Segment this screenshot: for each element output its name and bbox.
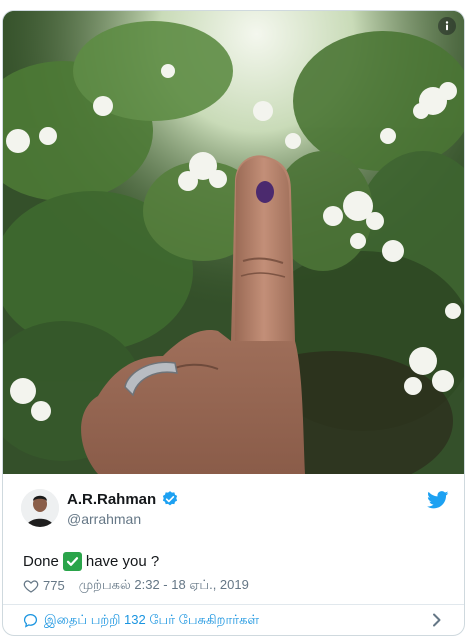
- tweet-text: Done have you ?: [23, 552, 159, 571]
- tweet-photo[interactable]: [3, 11, 464, 474]
- tweet-author[interactable]: A.R.Rahman @arrahman: [21, 489, 451, 529]
- tweet-text-part-1: Done: [23, 553, 59, 570]
- avatar[interactable]: [21, 489, 59, 527]
- speech-bubble-icon: [23, 613, 38, 628]
- twitter-bird-icon[interactable]: [427, 491, 449, 509]
- author-name[interactable]: A.R.Rahman: [67, 491, 156, 508]
- inked-finger-photo: [3, 11, 464, 474]
- embedded-tweet-card[interactable]: A.R.Rahman @arrahman Done have you ? 775…: [2, 10, 465, 636]
- check-mark-emoji-icon: [62, 552, 82, 571]
- author-name-row[interactable]: A.R.Rahman: [67, 490, 179, 508]
- verified-badge-icon: [163, 491, 178, 506]
- heart-icon[interactable]: [23, 578, 39, 594]
- tweet-meta: 775 முற்பகல் 2:32 - 18 ஏப்., 2019: [23, 577, 249, 594]
- timestamp[interactable]: முற்பகல் 2:32 - 18 ஏப்., 2019: [79, 577, 249, 594]
- info-icon[interactable]: [438, 17, 456, 35]
- chevron-right-icon[interactable]: [432, 613, 442, 627]
- conversation-link-text[interactable]: இதைப் பற்றி 132 பேர் பேசுகிறார்கள்: [44, 612, 259, 629]
- tweet-text-part-2: have you ?: [85, 553, 160, 570]
- like-count[interactable]: 775: [43, 578, 65, 593]
- author-handle[interactable]: @arrahman: [67, 511, 141, 527]
- conversation-link[interactable]: இதைப் பற்றி 132 பேர் பேசுகிறார்கள்: [3, 605, 464, 635]
